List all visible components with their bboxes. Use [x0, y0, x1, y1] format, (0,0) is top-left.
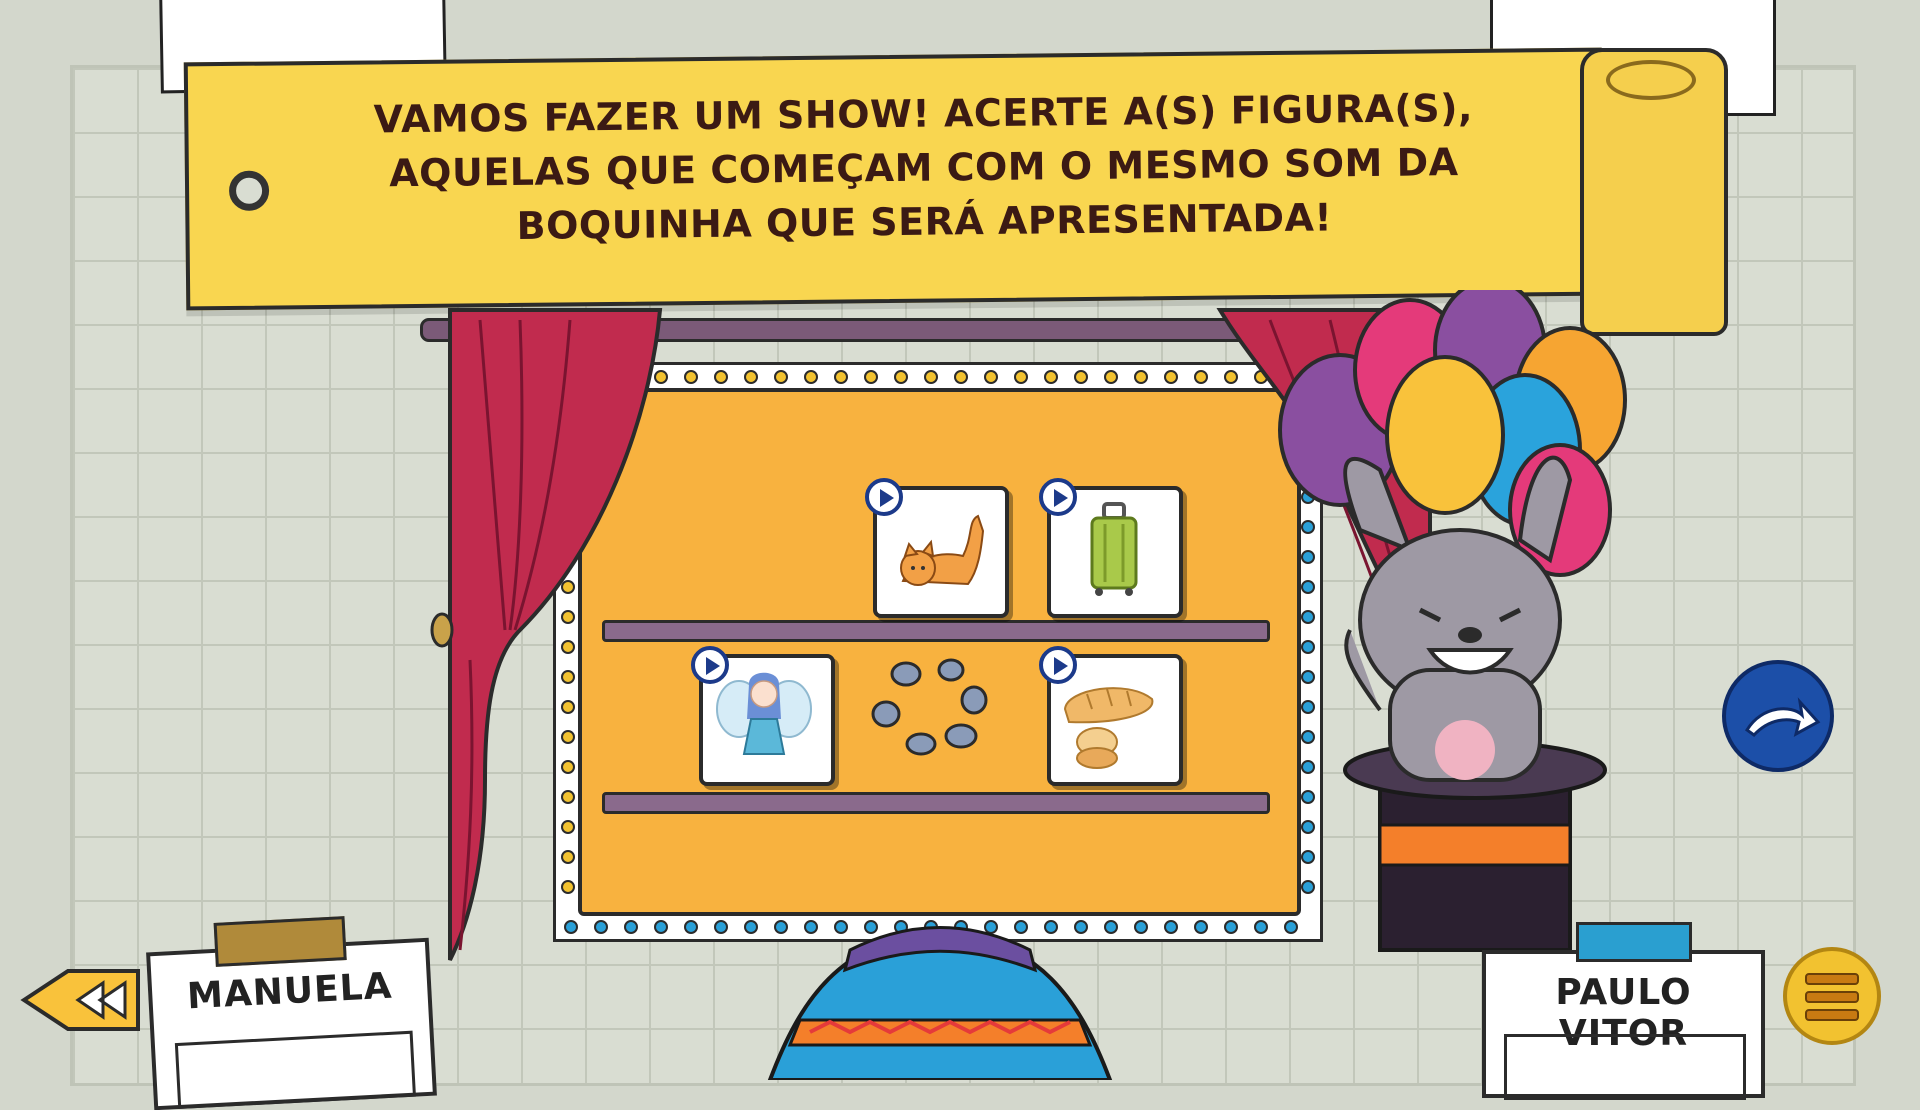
marquee-bulb — [1254, 920, 1268, 934]
player-card-right: PAULO VITOR — [1482, 922, 1765, 1100]
bread-icon — [1063, 687, 1154, 769]
empty-slot-poof-icon — [871, 658, 988, 756]
marquee-bulb — [684, 370, 698, 384]
rewind-icon — [20, 969, 140, 1031]
marquee-bulb — [924, 370, 938, 384]
player-avatar-hat — [767, 926, 1113, 1080]
marquee-bulb — [744, 920, 758, 934]
player-card-left: MANUELA — [146, 916, 437, 1110]
marquee-bulb — [1164, 920, 1178, 934]
marquee-bulb — [804, 370, 818, 384]
marquee-bulb — [1194, 920, 1208, 934]
back-button[interactable] — [18, 965, 143, 1035]
card-fairy[interactable] — [691, 646, 835, 786]
curtain-left — [430, 308, 663, 961]
marquee-bulb — [744, 370, 758, 384]
tape-right — [1576, 922, 1692, 962]
play-audio-suitcase-button[interactable] — [1039, 478, 1077, 516]
card-suitcase[interactable] — [1039, 478, 1183, 618]
banner-hole — [228, 170, 270, 211]
play-audio-cat-button[interactable] — [865, 478, 903, 516]
score-box-left — [174, 1030, 416, 1110]
menu-icon — [1783, 947, 1881, 1045]
shelf-top — [602, 620, 1270, 642]
shelf-bottom — [602, 792, 1270, 814]
marquee-bulb — [1194, 370, 1208, 384]
scroll-curl — [1606, 60, 1696, 100]
marquee-bulb — [1044, 370, 1058, 384]
marquee-bulb — [1014, 370, 1028, 384]
marquee-bulb — [774, 370, 788, 384]
next-button[interactable] — [1722, 660, 1838, 776]
arrow-right-icon — [1722, 660, 1834, 772]
player-name-left: MANUELA — [186, 965, 394, 1018]
tape-left — [213, 916, 347, 967]
bunny-balloons-illustration — [1278, 290, 1627, 952]
marquee-bulb — [684, 920, 698, 934]
instruction-line-3: BOQUINHA QUE SERÁ APRESENTADA! — [516, 195, 1333, 248]
marquee-bulb — [1134, 920, 1148, 934]
marquee-bulb — [714, 920, 728, 934]
marquee-bulb — [1164, 370, 1178, 384]
marquee-bulb — [1224, 920, 1238, 934]
fairy-icon — [716, 672, 812, 755]
marquee-bulb — [894, 370, 908, 384]
marquee-bulb — [834, 370, 848, 384]
marquee-bulb — [864, 370, 878, 384]
instruction-banner: VAMOS FAZER UM SHOW! ACERTE A(S) FIGURA(… — [183, 47, 1605, 311]
marquee-bulb — [984, 370, 998, 384]
cat-icon — [900, 514, 985, 586]
marquee-bulb — [714, 370, 728, 384]
play-audio-bread-button[interactable] — [1039, 646, 1077, 684]
score-box-right — [1504, 1034, 1746, 1100]
marquee-bulb — [954, 370, 968, 384]
marquee-bulb — [1134, 370, 1148, 384]
card-bread[interactable] — [1039, 646, 1183, 786]
marquee-bulb — [1104, 370, 1118, 384]
play-audio-fairy-button[interactable] — [691, 646, 729, 684]
marquee-bulb — [1074, 370, 1088, 384]
instruction-text: VAMOS FAZER UM SHOW! ACERTE A(S) FIGURA(… — [348, 81, 1500, 255]
card-cat[interactable] — [865, 478, 1009, 618]
suitcase-icon — [1090, 502, 1138, 596]
menu-button[interactable] — [1782, 946, 1882, 1046]
